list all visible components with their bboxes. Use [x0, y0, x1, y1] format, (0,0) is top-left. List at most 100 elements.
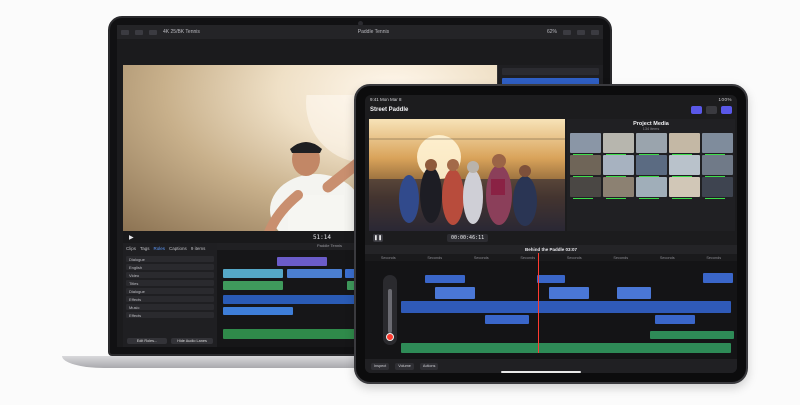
video-clip[interactable]: [425, 275, 465, 283]
media-thumbnail[interactable]: [603, 155, 634, 177]
music-clip[interactable]: [401, 343, 731, 353]
ruler-tick: Seconds: [566, 255, 582, 260]
role-label: English: [129, 264, 143, 270]
inspector-icon[interactable]: [577, 29, 586, 35]
ruler-tick: Seconds: [380, 255, 396, 260]
pause-icon[interactable]: ❚❚: [373, 234, 383, 242]
media-count: 134 items: [642, 127, 660, 131]
timeline-title: Behind the Paddle 03:07: [365, 245, 737, 254]
level-meter: [388, 289, 392, 333]
role-label: Titles: [129, 280, 139, 286]
view-icon[interactable]: [563, 29, 572, 35]
media-thumbnail[interactable]: [570, 177, 601, 199]
media-thumbnail[interactable]: [570, 133, 601, 155]
role-label: Effects: [129, 312, 142, 318]
tab-captions[interactable]: Captions: [169, 246, 187, 251]
media-thumbnail[interactable]: [636, 177, 667, 199]
role-row[interactable]: Titles: [126, 280, 214, 286]
status-bar: 9:41 Mon Mar 8 100%: [365, 95, 737, 103]
ruler-tick: Seconds: [613, 255, 629, 260]
primary-storyline[interactable]: [401, 301, 731, 313]
play-icon[interactable]: ▶: [129, 234, 134, 241]
share-icon[interactable]: [591, 29, 600, 35]
audio-clip[interactable]: [223, 307, 293, 315]
media-thumbnail[interactable]: [603, 177, 634, 199]
media-thumbnail[interactable]: [669, 177, 700, 199]
role-label: Music: [129, 304, 140, 310]
playhead[interactable]: [538, 253, 539, 353]
timeline-name: Behind the Paddle: [524, 247, 565, 252]
media-thumbnail[interactable]: [702, 177, 733, 199]
timeline-label: Paddle Tennis: [317, 243, 343, 248]
home-indicator: [501, 371, 581, 373]
media-grid: [570, 133, 733, 199]
video-clip[interactable]: [287, 269, 342, 278]
product-hero: 4K 25/BK Tennis Paddle Tennis 62% ▶ 51:1…: [0, 0, 800, 405]
media-thumbnail[interactable]: [669, 155, 700, 177]
role-row[interactable]: Video: [126, 272, 214, 278]
role-row[interactable]: Effects: [126, 312, 214, 318]
video-clip[interactable]: [537, 275, 565, 283]
tab-roles[interactable]: Roles: [154, 246, 166, 251]
video-clip[interactable]: [703, 273, 733, 283]
ipad: 9:41 Mon Mar 8 100% Street Paddle Projec…: [354, 84, 748, 384]
media-thumbnail[interactable]: [669, 133, 700, 155]
import-icon[interactable]: [135, 29, 143, 35]
inspector-row: [502, 68, 599, 75]
video-clip[interactable]: [617, 287, 651, 299]
hide-audio-lanes-button[interactable]: Hide Audio Lanes: [171, 338, 213, 344]
video-clip[interactable]: [277, 257, 327, 266]
transport-bar: ❚❚ 00:00:46:11: [369, 232, 565, 244]
video-clip[interactable]: [655, 315, 695, 324]
media-thumbnail[interactable]: [570, 155, 601, 177]
keyword-icon[interactable]: [149, 29, 157, 35]
ruler-tick: Seconds: [473, 255, 489, 260]
browser-tabs: Clips Tags Roles Captions 9 items: [123, 243, 217, 254]
role-row[interactable]: Dialogue: [126, 288, 214, 294]
audio-clip[interactable]: [650, 331, 734, 339]
media-thumbnail[interactable]: [636, 133, 667, 155]
project-title: Paddle Tennis: [357, 29, 390, 35]
project-title: Street Paddle: [370, 107, 409, 113]
role-row[interactable]: English: [126, 264, 214, 270]
actions-button[interactable]: Actions: [419, 362, 439, 370]
role-label: Dialogue: [129, 256, 145, 262]
ruler-tick: Seconds: [427, 255, 443, 260]
role-label: Dialogue: [129, 288, 145, 294]
video-clip[interactable]: [223, 269, 283, 278]
ruler-tick: Seconds: [659, 255, 675, 260]
tab-tags[interactable]: Tags: [140, 246, 150, 251]
project-format: 4K 25/BK Tennis: [163, 29, 200, 35]
photos-icon[interactable]: [691, 106, 702, 114]
timeline[interactable]: [365, 261, 737, 359]
battery-level: 100%: [718, 96, 732, 102]
role-row[interactable]: Dialogue: [126, 256, 214, 262]
media-thumbnail[interactable]: [636, 155, 667, 177]
audio-clip[interactable]: [223, 281, 283, 290]
camera-icon[interactable]: [706, 106, 717, 114]
video-clip[interactable]: [549, 287, 589, 299]
tab-clips[interactable]: Clips: [126, 246, 136, 251]
video-clip[interactable]: [435, 287, 475, 299]
media-thumbnail[interactable]: [603, 133, 634, 155]
status-time: 9:41 Mon Mar 8: [370, 96, 402, 102]
video-clip[interactable]: [485, 315, 529, 324]
media-title: Project Media: [633, 121, 669, 127]
role-row[interactable]: Music: [126, 304, 214, 310]
video-viewer[interactable]: [369, 119, 565, 231]
media-thumbnail[interactable]: [702, 133, 733, 155]
project-header: Street Paddle: [365, 103, 737, 117]
edit-roles-button[interactable]: Edit Roles...: [127, 338, 167, 344]
library-icon[interactable]: [121, 29, 129, 35]
volume-button[interactable]: Volume: [395, 362, 414, 370]
app-toolbar: 4K 25/BK Tennis Paddle Tennis 62%: [117, 25, 603, 39]
ruler-tick: Seconds: [706, 255, 722, 260]
inspect-button[interactable]: Inspect: [371, 362, 390, 370]
timecode: 51:14: [312, 233, 331, 241]
timeline-ruler: Seconds Seconds Seconds Seconds Seconds …: [365, 254, 737, 261]
zoom-level[interactable]: 62%: [547, 29, 557, 35]
export-icon[interactable]: [721, 106, 732, 114]
role-row[interactable]: Effects: [126, 296, 214, 302]
record-button[interactable]: [386, 333, 394, 341]
media-thumbnail[interactable]: [702, 155, 733, 177]
